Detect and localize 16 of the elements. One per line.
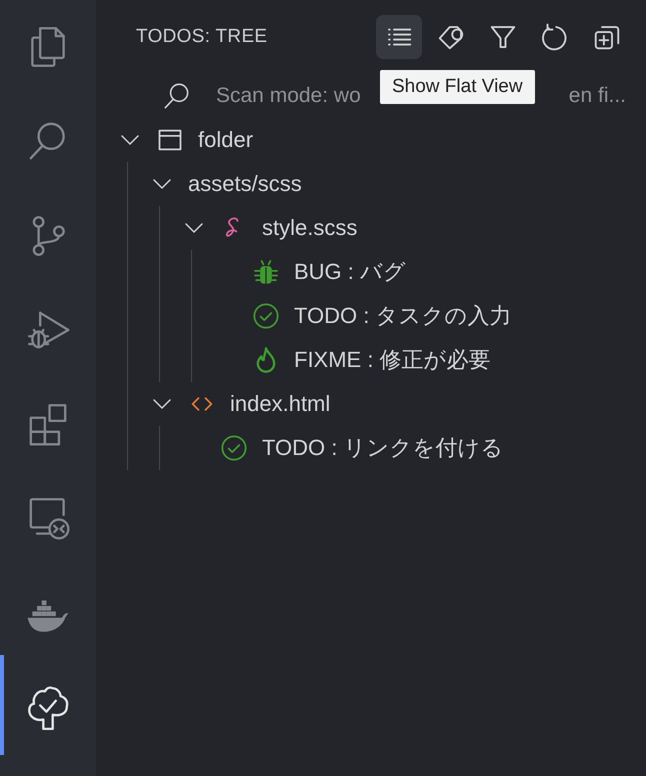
check-circle-icon (220, 434, 248, 462)
todo-item[interactable]: TODO : タスクの入力 (294, 301, 512, 331)
panel-title: TODOS: TREE (136, 26, 268, 48)
tooltip: Show Flat View (380, 70, 535, 104)
tree-item[interactable]: folder (198, 127, 254, 153)
tree-item[interactable]: style.scss (262, 215, 358, 241)
bug-icon (252, 258, 280, 286)
list-button[interactable] (376, 15, 422, 59)
todo-item[interactable]: FIXME : 修正が必要 (294, 345, 491, 375)
scan-mode-text: Scan mode: wo (216, 84, 361, 108)
todo-item[interactable]: BUG : バグ (294, 257, 406, 287)
tree-item[interactable]: assets/scss (188, 171, 302, 197)
check-circle-icon (252, 302, 280, 330)
todo-item[interactable]: TODO : リンクを付ける (262, 433, 504, 463)
scan-mode-text: en fi... (568, 84, 626, 108)
tree-item[interactable]: index.html (230, 391, 330, 417)
